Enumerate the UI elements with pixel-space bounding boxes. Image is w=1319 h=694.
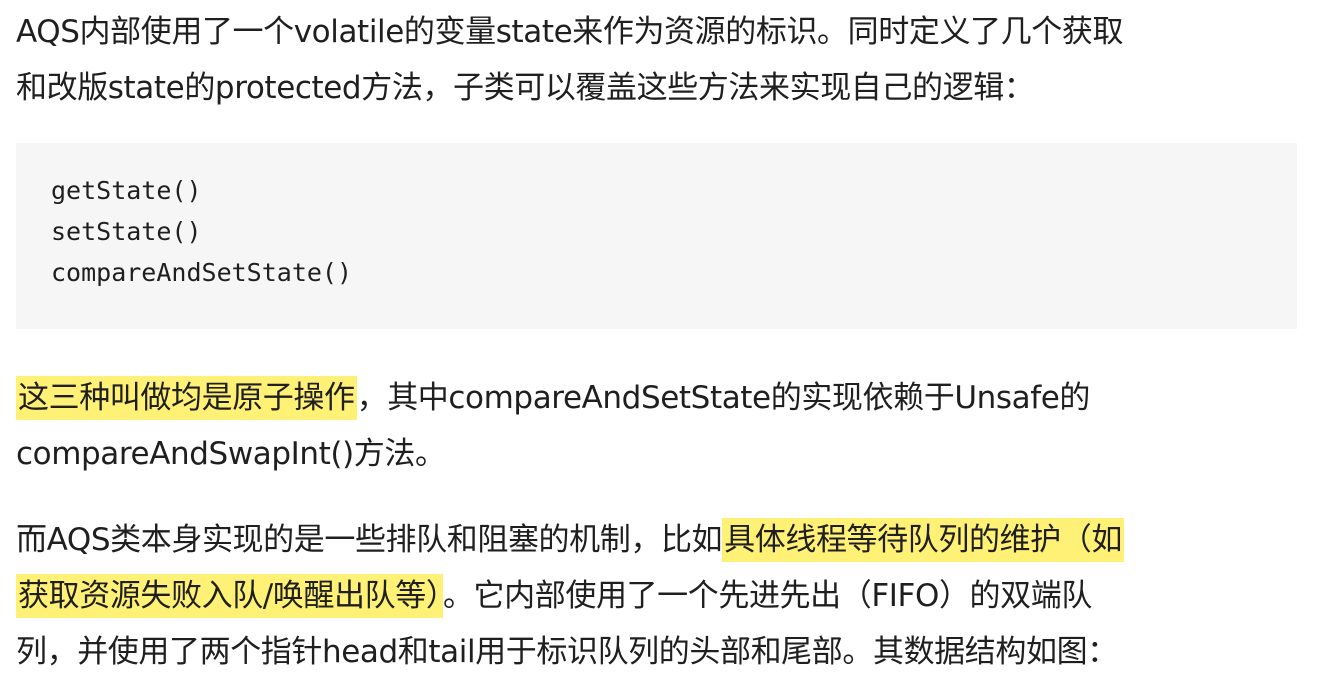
atomic-line-2: compareAndSwapInt()方法。: [16, 436, 446, 472]
intro-line-1: AQS内部使用了一个volatile的变量state来作为资源的标识。同时定义了…: [16, 14, 1124, 50]
intro-paragraph: AQS内部使用了一个volatile的变量state来作为资源的标识。同时定义了…: [16, 4, 1306, 116]
code-block: getState() setState() compareAndSetState…: [16, 143, 1297, 329]
atomic-line-1: 这三种叫做均是原子操作，其中compareAndSetState的实现依赖于Un…: [16, 370, 1306, 426]
queue-line-2: 获取资源失败入队/唤醒出队等）。它内部使用了一个先进先出（FIFO）的双端队: [16, 568, 1306, 624]
queue-line-1-start: 而AQS类本身实现的是一些排队和阻塞的机制，比如: [16, 522, 723, 558]
queue-line-1: 而AQS类本身实现的是一些排队和阻塞的机制，比如具体线程等待队列的维护（如: [16, 512, 1306, 568]
intro-line-2: 和改版state的protected方法，子类可以覆盖这些方法来实现自己的逻辑：: [16, 70, 1035, 106]
code-line-compareandsetstate: compareAndSetState(): [51, 258, 353, 287]
code-line-getstate: getState(): [51, 176, 202, 205]
queue-highlight-2: 获取资源失败入队/唤醒出队等）: [16, 574, 443, 618]
atomic-highlight: 这三种叫做均是原子操作: [16, 376, 357, 420]
queue-line-3: 列，并使用了两个指针head和tail用于标识队列的头部和尾部。其数据结构如图：: [16, 634, 1118, 670]
queue-line-2-rest: 。它内部使用了一个先进先出（FIFO）的双端队: [442, 578, 1092, 614]
queue-highlight-1: 具体线程等待队列的维护（如: [722, 518, 1124, 562]
queue-paragraph: 而AQS类本身实现的是一些排队和阻塞的机制，比如具体线程等待队列的维护（如 获取…: [16, 512, 1306, 680]
atomic-line-1-rest: ，其中compareAndSetState的实现依赖于Unsafe的: [356, 380, 1091, 416]
atomic-paragraph: 这三种叫做均是原子操作，其中compareAndSetState的实现依赖于Un…: [16, 370, 1306, 482]
code-line-setstate: setState(): [51, 217, 202, 246]
